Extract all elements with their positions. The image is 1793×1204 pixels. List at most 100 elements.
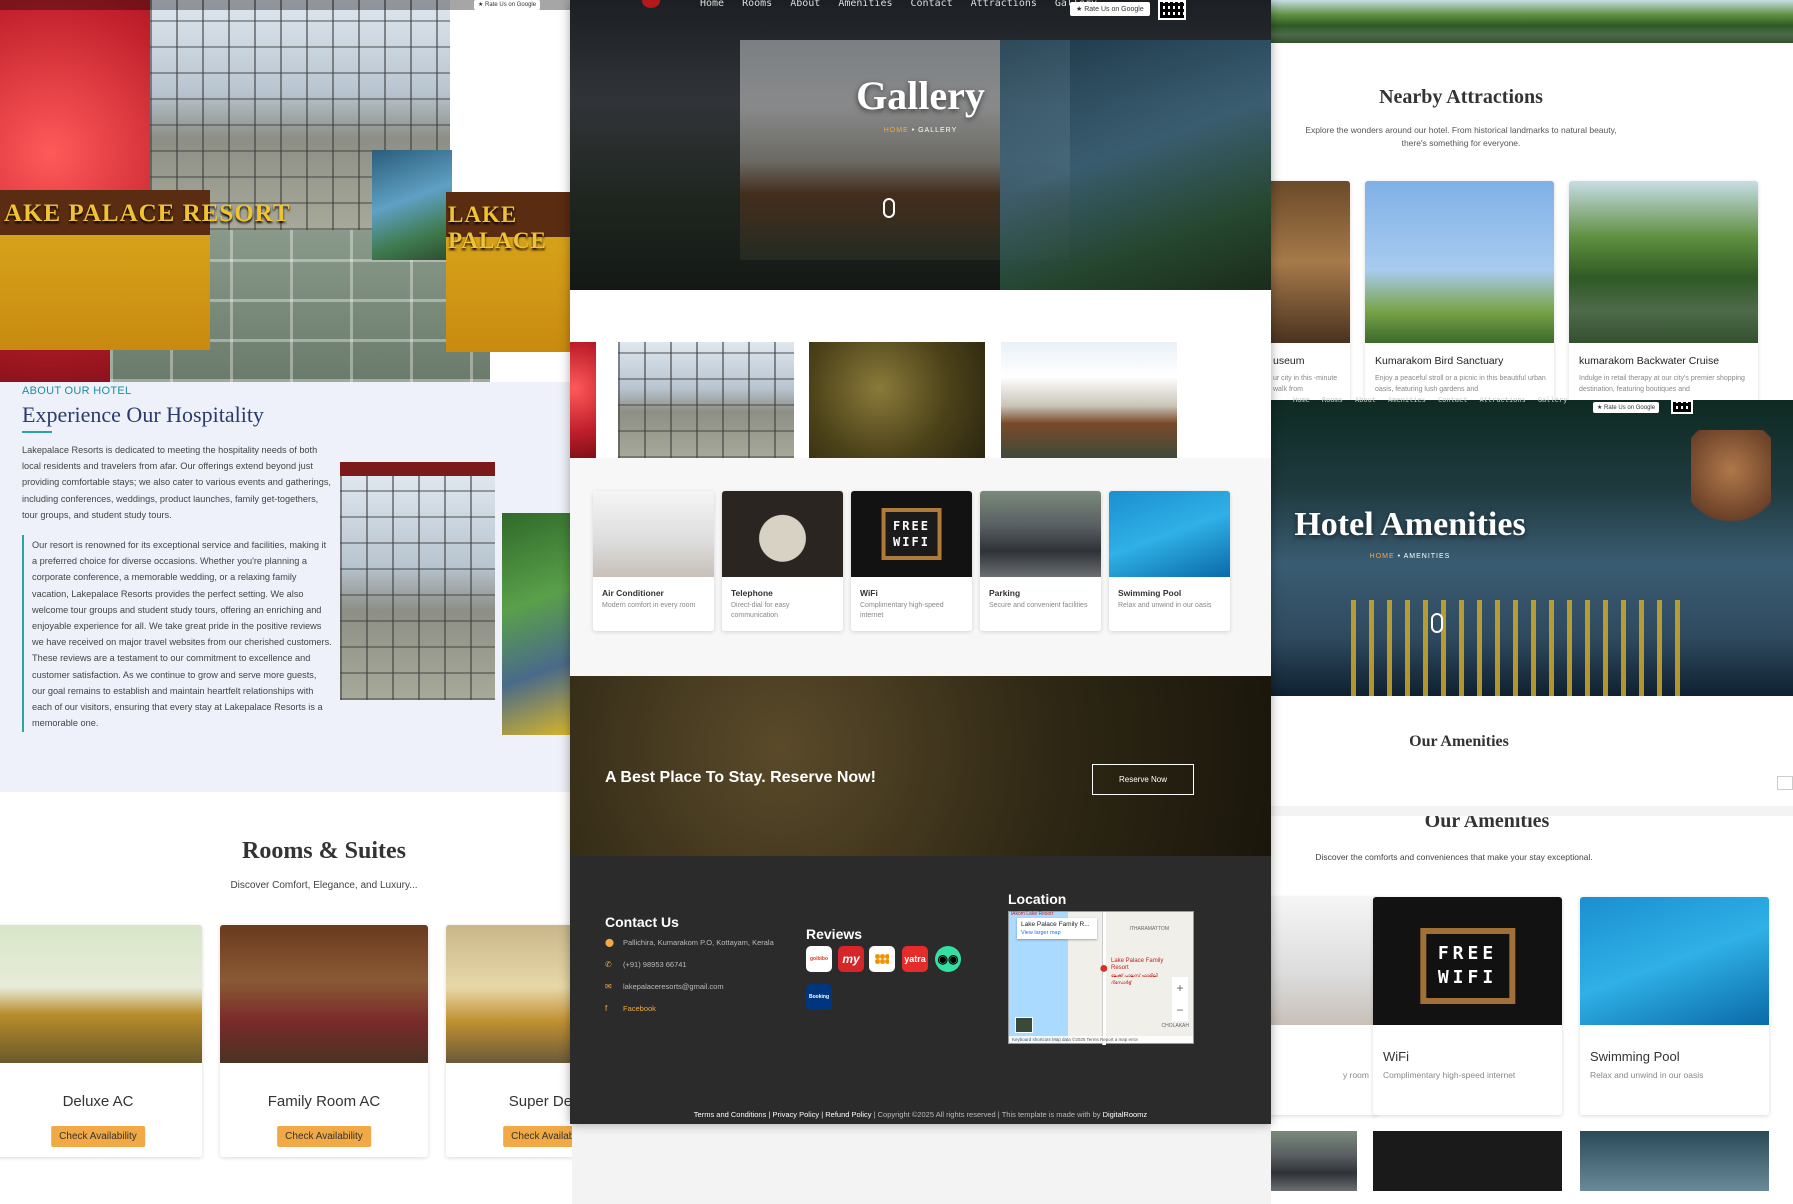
map-satellite-toggle[interactable] [1015, 1017, 1033, 1033]
amenity-card-telephone[interactable]: Telephone Direct-dial for easy communica… [722, 491, 843, 631]
room-card-super-delux[interactable]: Super Delux Check Availability [446, 925, 572, 1157]
breadcrumb-home[interactable]: HOME [884, 127, 909, 134]
amenity-desc: y room [1343, 1070, 1369, 1080]
amenity-desc: Modern comfort in every room [602, 602, 696, 609]
gallery-nav: Home Rooms About Amenities Contact Attra… [700, 0, 1097, 9]
about-image-2 [502, 513, 572, 735]
amenity-card-pool[interactable]: Swimming Pool Relax and unwind in our oa… [1580, 897, 1769, 1115]
amenity-image-partial-3 [1580, 1131, 1769, 1191]
gallery-thumb-1[interactable] [618, 342, 794, 458]
reserve-now-button[interactable]: Reserve Now [1092, 764, 1194, 795]
amenity-title: WiFi [860, 588, 878, 598]
check-availability-button[interactable]: Check Availability [51, 1126, 145, 1147]
nav-contact[interactable]: Contact [1438, 396, 1468, 404]
check-availability-button[interactable]: Check Availability [503, 1126, 572, 1147]
attraction-image [1365, 181, 1554, 343]
gallery-thumb-3[interactable] [1001, 342, 1177, 458]
room-image [446, 925, 572, 1063]
about-eyebrow: ABOUT OUR HOTEL [22, 385, 132, 397]
makemytrip-icon[interactable]: my [838, 946, 864, 972]
nav-rooms[interactable]: Rooms [742, 0, 772, 9]
mural-wall-image [372, 150, 452, 260]
nav-home[interactable]: Home [1293, 396, 1310, 404]
nav-gallery[interactable]: Gallery [1538, 396, 1568, 404]
view-larger-map-link[interactable]: View larger map [1021, 930, 1093, 936]
rate-us-button[interactable]: ★ Rate Us on Google [1593, 402, 1660, 413]
owl-eyes-icon: ◉◉ [937, 952, 959, 966]
amenity-card-ac[interactable]: Air Conditioner Modern comfort in every … [593, 491, 714, 631]
amenity-image-partial-2 [1373, 1131, 1562, 1191]
map-pin-label: Lake Palace Family Resort ലേക്ക് പാലസ് ഫ… [1111, 958, 1167, 986]
goibibo-icon[interactable]: goibibo [806, 946, 832, 972]
attraction-title: Kumarakom Bird Sanctuary [1375, 355, 1504, 367]
room-card-deluxe[interactable]: Deluxe AC Check Availability [0, 925, 202, 1157]
breadcrumb-sep: • [1397, 553, 1402, 560]
breadcrumb-home[interactable]: HOME [1370, 553, 1395, 560]
room-name: Family Room AC [267, 1093, 381, 1110]
tripadvisor-icon[interactable]: tripadvisor ◉◉ [935, 946, 961, 972]
brand-link[interactable]: DigitalRoomz [1103, 1110, 1148, 1119]
nav-amenities[interactable]: Amenities [1388, 396, 1426, 404]
scroll-indicator-icon [1431, 613, 1443, 633]
amenity-card-pool[interactable]: Swimming Pool Relax and unwind in our oa… [1109, 491, 1230, 631]
free-wifi-sign: FREE WIFI [881, 508, 942, 560]
amenity-image: FREE WIFI [851, 491, 972, 577]
gallery-hero: Home Rooms About Amenities Contact Attra… [570, 0, 1271, 290]
booking-icon[interactable]: Booking [806, 984, 832, 1010]
amenity-card-wifi[interactable]: FREE WIFI WiFi Complimentary high-speed … [1373, 897, 1562, 1115]
legal-links[interactable]: Terms and Conditions | Privacy Policy | … [694, 1110, 872, 1119]
trivago-dots-icon [875, 954, 889, 964]
amenity-card-wifi[interactable]: FREE WIFI WiFi Complimentary high-speed … [851, 491, 972, 631]
attractions-amenities-panel: Nearby Attractions Explore the wonders a… [1271, 0, 1793, 1204]
side-tab[interactable] [1777, 776, 1793, 790]
gallery-thumb-2[interactable] [809, 342, 985, 458]
nav-contact[interactable]: Contact [911, 0, 953, 9]
map-pin-icon[interactable]: ● [1099, 960, 1109, 978]
rate-us-button[interactable]: ★ Rate Us on Google [474, 0, 541, 10]
nav-home[interactable]: Home [700, 0, 724, 9]
yatra-icon[interactable]: yatra [902, 946, 928, 972]
check-availability-button[interactable]: Check Availability [277, 1126, 371, 1147]
about-image-1 [340, 462, 495, 700]
attraction-card-museum[interactable]: useum ur city in this -minute walk from [1271, 181, 1350, 401]
zoom-in-icon[interactable]: + [1172, 977, 1188, 999]
phone-text[interactable]: (+91) 98953 66741 [623, 960, 687, 969]
email-line: ✉ lakepalaceresorts@gmail.com [605, 982, 724, 991]
attraction-card-backwater-cruise[interactable]: kumarakom Backwater Cruise Indulge in re… [1569, 181, 1758, 401]
trivago-icon[interactable]: trivago [869, 946, 895, 972]
amenity-card-ac[interactable]: y room [1271, 897, 1378, 1115]
rooms-title: Rooms & Suites [241, 838, 406, 864]
zoom-out-icon[interactable]: − [1172, 999, 1188, 1021]
nav-rooms[interactable]: Rooms [1322, 396, 1343, 404]
amenity-image [1271, 897, 1378, 1025]
attraction-title: useum [1273, 355, 1305, 367]
amenity-card-parking[interactable]: Parking Secure and convenient facilities [980, 491, 1101, 631]
nav-amenities[interactable]: Amenities [838, 0, 892, 9]
location-title: Location [1008, 891, 1067, 907]
attraction-card-bird-sanctuary[interactable]: Kumarakom Bird Sanctuary Enjoy a peacefu… [1365, 181, 1554, 401]
gallery-thumb-0[interactable] [570, 342, 596, 458]
rate-us-button[interactable]: ★ Rate Us on Google [1070, 2, 1150, 16]
phone-line: ✆ (+91) 98953 66741 [605, 960, 687, 969]
nav-about[interactable]: About [1355, 396, 1376, 404]
room-card-family[interactable]: Family Room AC Check Availability [220, 925, 428, 1157]
amenities-breadcrumb: HOME • AMENITIES [1271, 553, 1671, 560]
title-underline [22, 431, 52, 433]
sign-text-left: AKE PALACE RESORT [4, 200, 291, 227]
email-text[interactable]: lakepalaceresorts@gmail.com [623, 982, 724, 991]
amenity-image [1109, 491, 1230, 577]
breadcrumb-sep: • [911, 127, 916, 134]
nav-attractions[interactable]: Attractions [1479, 396, 1525, 404]
nav-about[interactable]: About [790, 0, 820, 9]
map-pin-icon: ⬤ [605, 938, 614, 947]
reviews-title: Reviews [806, 926, 863, 942]
attractions-hero-strip [1271, 0, 1793, 43]
our-amenities-subtitle: Discover the comforts and conveniences t… [1315, 852, 1593, 862]
location-map[interactable]: lAkom Lake Resort ITHARAMATTOM CHOLAKAH … [1008, 911, 1194, 1045]
envelope-icon: ✉ [605, 982, 612, 991]
facebook-link[interactable]: Facebook [623, 1004, 656, 1013]
amenity-image [980, 491, 1101, 577]
copyright-text: | Copyright ©2025 All rights reserved | … [871, 1110, 1103, 1119]
nav-attractions[interactable]: Attractions [971, 0, 1037, 9]
amenity-title: Swimming Pool [1590, 1049, 1680, 1064]
